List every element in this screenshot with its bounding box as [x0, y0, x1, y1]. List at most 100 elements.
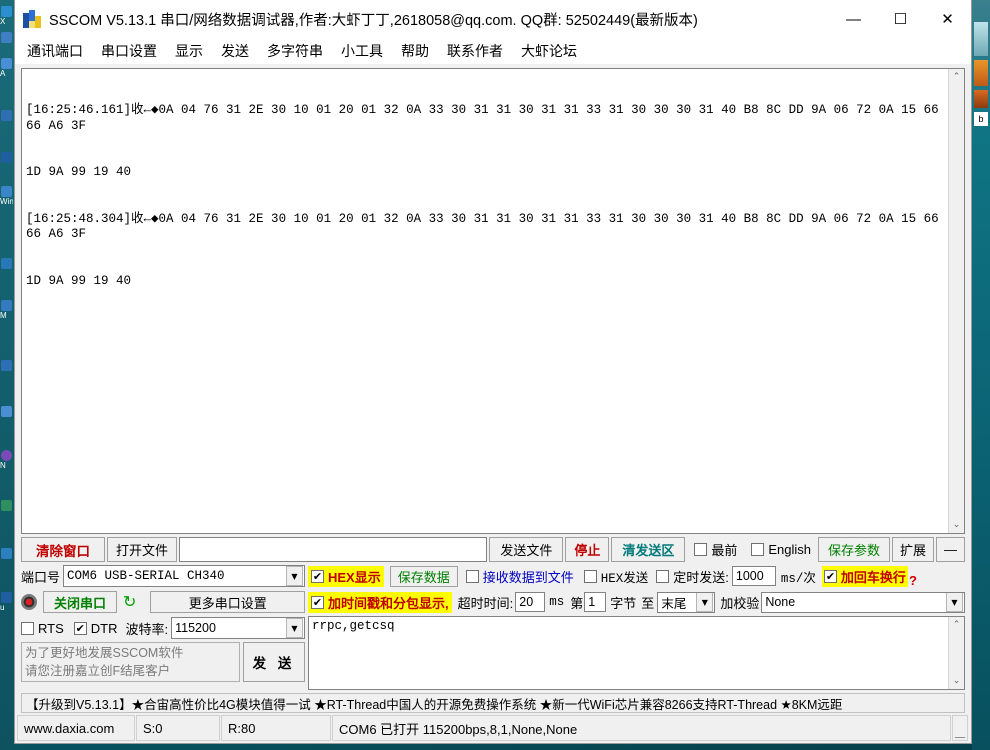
menu-item-display[interactable]: 显示	[175, 41, 203, 61]
scrollbar-track[interactable]	[949, 633, 964, 673]
save-params-button[interactable]: 保存参数	[818, 537, 890, 562]
recv-to-file-checkbox[interactable]: 接收数据到文件	[466, 567, 574, 586]
chevron-down-icon[interactable]: ▼	[286, 618, 303, 638]
desktop-icon[interactable]	[1, 450, 12, 461]
crlf-checkbox[interactable]: ✔ 加回车换行	[822, 566, 908, 587]
chevron-down-icon[interactable]: ▼	[696, 592, 713, 612]
menu-item-serial-settings[interactable]: 串口设置	[101, 41, 157, 61]
menu-item-forum[interactable]: 大虾论坛	[521, 41, 577, 61]
open-file-button[interactable]: 打开文件	[107, 537, 177, 562]
desktop-icon[interactable]	[1, 360, 12, 371]
serial-action-row: 关闭串口 ↻ 更多串口设置	[21, 590, 305, 614]
menu-item-comm-port[interactable]: 通讯端口	[27, 41, 83, 61]
flow-control-row: RTS ✔ DTR 波特率: 115200 ▼	[21, 616, 305, 640]
english-label: English	[768, 542, 811, 557]
status-website[interactable]: www.daxia.com	[17, 715, 135, 741]
minimize-button[interactable]: —	[830, 0, 877, 38]
desktop-icon-label: A	[0, 70, 13, 78]
byte-from-input[interactable]: 1	[584, 592, 606, 612]
help-question-icon[interactable]: ?	[909, 573, 917, 588]
send-text-content[interactable]: rrpc,getcsq	[309, 617, 948, 689]
send-interval-input[interactable]: 1000	[732, 566, 776, 586]
menu-item-multi-string[interactable]: 多字符串	[267, 41, 323, 61]
hex-display-checkbox-box[interactable]: ✔	[311, 570, 324, 583]
menu-item-contact-author[interactable]: 联系作者	[447, 41, 503, 61]
baud-rate-label: 波特率:	[125, 619, 168, 638]
chevron-down-icon[interactable]: ▼	[286, 566, 303, 586]
extend-button[interactable]: 扩展	[892, 537, 934, 562]
menu-item-tools[interactable]: 小工具	[341, 41, 383, 61]
desktop-icon[interactable]	[1, 58, 12, 69]
desktop-icon[interactable]	[1, 258, 12, 269]
scroll-up-icon[interactable]: ⌃	[949, 69, 964, 85]
port-select[interactable]: COM6 USB-SERIAL CH340 ▼	[63, 565, 305, 587]
maximize-button[interactable]: ☐	[877, 0, 924, 38]
receive-scrollbar[interactable]: ⌃ ⌄	[948, 69, 964, 533]
send-scrollbar[interactable]: ⌃ ⌄	[948, 617, 964, 689]
timed-send-checkbox-box[interactable]	[656, 570, 669, 583]
desktop-icon-label: N	[0, 462, 13, 470]
serial-settings-column: 端口号 COM6 USB-SERIAL CH340 ▼ 关闭串口 ↻ 更多串口设…	[21, 564, 305, 690]
send-file-button[interactable]: 发送文件	[489, 537, 563, 562]
crlf-checkbox-box[interactable]: ✔	[824, 570, 837, 583]
timestamp-checkbox-box[interactable]: ✔	[311, 596, 324, 609]
refresh-ports-icon[interactable]: ↻	[123, 594, 136, 610]
stop-button[interactable]: 停止	[565, 537, 609, 562]
rts-checkbox[interactable]: RTS	[21, 621, 64, 636]
timeout-input[interactable]: 20	[515, 592, 545, 612]
clear-window-button[interactable]: 清除窗口	[21, 537, 105, 562]
english-checkbox[interactable]: English	[751, 542, 811, 557]
scroll-down-icon[interactable]: ⌄	[949, 517, 964, 533]
desktop-icon[interactable]	[1, 406, 12, 417]
menu-item-help[interactable]: 帮助	[401, 41, 429, 61]
desktop-icon[interactable]	[1, 110, 12, 121]
collapse-button[interactable]: —	[936, 537, 965, 562]
desktop-icon[interactable]	[1, 152, 12, 163]
receive-text-content[interactable]: [16:25:46.161]收←◆0A 04 76 31 2E 30 10 01…	[22, 69, 948, 533]
clear-send-area-button[interactable]: 清发送区	[611, 537, 685, 562]
baud-rate-select[interactable]: 115200 ▼	[171, 617, 305, 639]
desktop-icon[interactable]	[1, 592, 12, 603]
more-serial-settings-button[interactable]: 更多串口设置	[150, 591, 305, 613]
send-text-area[interactable]: rrpc,getcsq ⌃ ⌄	[308, 616, 965, 690]
hex-send-checkbox-box[interactable]	[584, 570, 597, 583]
scrollbar-track[interactable]	[949, 85, 964, 517]
checksum-select[interactable]: None ▼	[761, 592, 965, 613]
close-port-button[interactable]: 关闭串口	[43, 591, 117, 613]
timed-send-checkbox[interactable]: 定时发送:	[656, 567, 729, 586]
close-button[interactable]: ✕	[924, 0, 971, 38]
scroll-up-icon[interactable]: ⌃	[949, 617, 964, 633]
menu-item-send[interactable]: 发送	[221, 41, 249, 61]
baud-rate-value: 115200	[175, 621, 286, 635]
desktop-icon[interactable]	[1, 32, 12, 43]
hex-send-checkbox[interactable]: HEX发送	[584, 567, 649, 586]
scroll-down-icon[interactable]: ⌄	[949, 673, 964, 689]
dtr-checkbox[interactable]: ✔ DTR	[74, 621, 118, 636]
receive-line: [16:25:46.161]收←◆0A 04 76 31 2E 30 10 01…	[26, 103, 944, 134]
chevron-down-icon[interactable]: ▼	[946, 592, 963, 612]
topmost-checkbox[interactable]: 最前	[694, 540, 737, 559]
hex-display-checkbox[interactable]: ✔ HEX显示	[308, 566, 384, 587]
promo-marquee-bar[interactable]: 【升级到V5.13.1】★合宙高性价比4G模块值得一试 ★RT-Thread中国…	[21, 693, 965, 713]
port-select-value: COM6 USB-SERIAL CH340	[67, 569, 286, 583]
recv-to-file-label: 接收数据到文件	[483, 567, 574, 586]
file-path-input[interactable]	[179, 537, 487, 562]
topmost-checkbox-box[interactable]	[694, 543, 707, 556]
resize-grip-icon[interactable]	[952, 715, 968, 741]
english-checkbox-box[interactable]	[751, 543, 764, 556]
timestamp-checkbox[interactable]: ✔ 加时间戳和分包显示,	[308, 592, 452, 613]
dtr-checkbox-box[interactable]: ✔	[74, 622, 87, 635]
rts-checkbox-box[interactable]	[21, 622, 34, 635]
desktop-icon[interactable]	[1, 548, 12, 559]
desktop-icon[interactable]	[1, 500, 12, 511]
register-note-line1: 为了更好地发展SSCOM软件	[25, 644, 236, 662]
port-label: 端口号	[21, 567, 60, 586]
desktop-icon[interactable]	[1, 6, 12, 17]
desktop-thumbnail-label: b	[974, 112, 988, 126]
save-data-button[interactable]: 保存数据	[390, 566, 458, 587]
desktop-icon[interactable]	[1, 186, 12, 197]
recv-to-file-checkbox-box[interactable]	[466, 570, 479, 583]
desktop-icon[interactable]	[1, 300, 12, 311]
send-button[interactable]: 发 送	[243, 642, 305, 682]
byte-to-select[interactable]: 末尾 ▼	[657, 592, 715, 613]
